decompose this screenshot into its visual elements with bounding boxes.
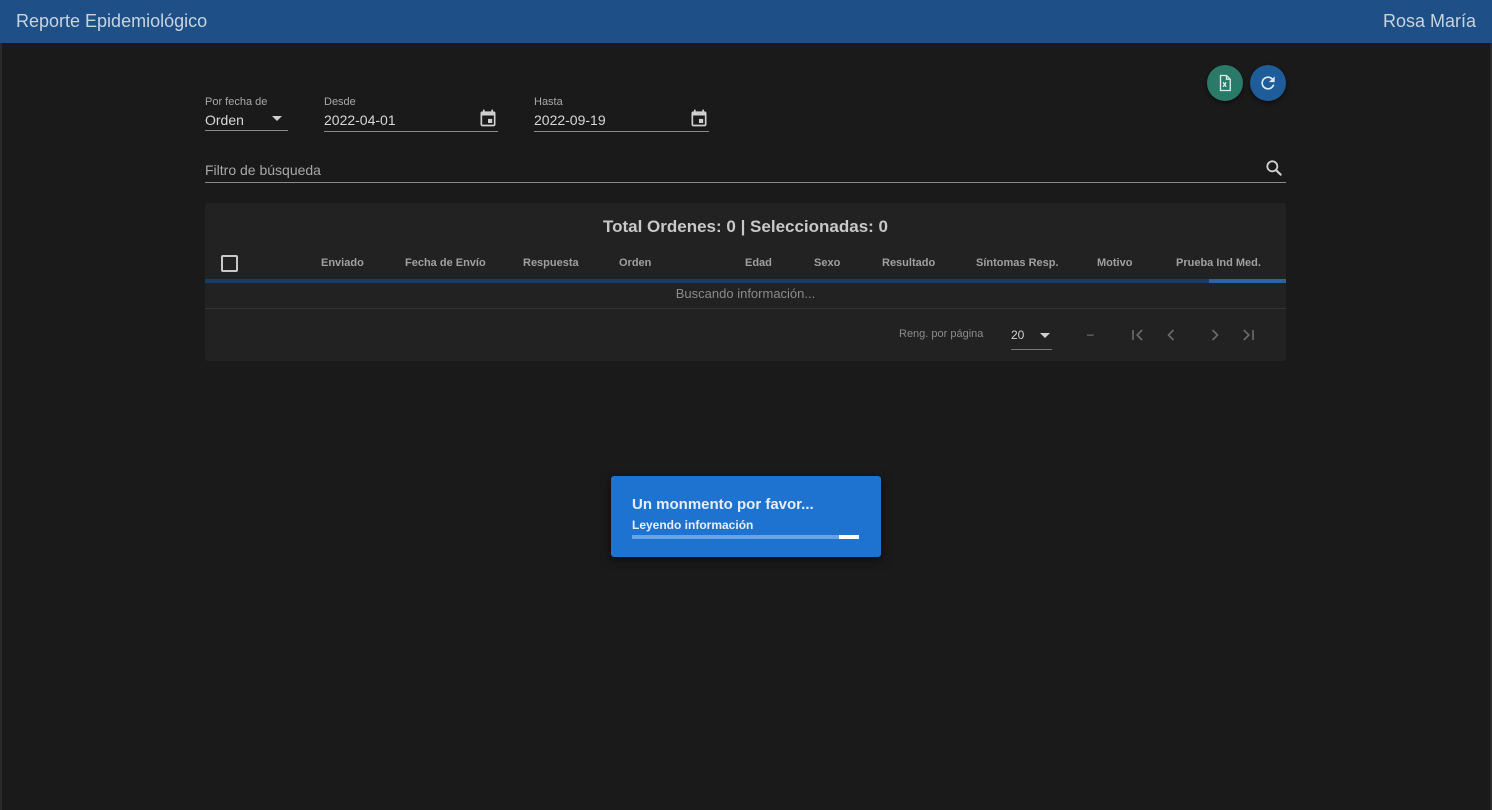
rows-per-page-underline (1011, 349, 1052, 350)
column-header-respuesta[interactable]: Respuesta (523, 257, 579, 269)
top-app-bar: Reporte Epidemiológico Rosa María (0, 0, 1492, 43)
user-name[interactable]: Rosa María (1383, 11, 1476, 32)
from-date-underline (324, 131, 498, 132)
calendar-icon[interactable] (689, 108, 709, 128)
loading-progress-indicator (839, 535, 859, 539)
column-header-motivo[interactable]: Motivo (1097, 257, 1132, 269)
date-type-label: Por fecha de (205, 96, 268, 108)
first-page-icon[interactable] (1128, 325, 1148, 345)
select-all-checkbox[interactable] (221, 255, 238, 272)
table-loading-text: Buscando información... (675, 286, 816, 301)
refresh-button[interactable] (1250, 65, 1286, 101)
previous-page-icon[interactable] (1161, 325, 1181, 345)
column-header-resultado[interactable]: Resultado (882, 257, 935, 269)
excel-icon (1219, 74, 1231, 92)
column-header-enviado[interactable]: Enviado (321, 257, 364, 269)
chevron-down-icon (272, 116, 282, 121)
loading-dialog-title: Un monmento por favor... (632, 496, 814, 513)
from-date-label: Desde (324, 96, 356, 108)
calendar-icon[interactable] (478, 108, 498, 128)
table-title: Total Ordenes: 0 | Seleccionadas: 0 (602, 217, 889, 236)
column-header-sintomas[interactable]: Síntomas Resp. (976, 257, 1059, 269)
column-header-prueba[interactable]: Prueba Ind Med. (1176, 257, 1261, 269)
last-page-icon[interactable] (1238, 325, 1258, 345)
to-date-value: 2022-09-19 (534, 112, 606, 128)
search-field (205, 158, 1286, 183)
loading-bar-indicator (1209, 279, 1286, 283)
date-type-underline (205, 130, 288, 131)
search-icon[interactable] (1264, 158, 1284, 178)
page-range: – (1087, 327, 1094, 341)
column-header-fecha-envio[interactable]: Fecha de Envío (405, 257, 486, 269)
from-date-field[interactable]: Desde 2022-04-01 (324, 96, 498, 132)
chevron-down-icon (1040, 333, 1050, 338)
refresh-icon (1261, 76, 1275, 90)
loading-bar (205, 279, 1286, 283)
loading-dialog: Un monmento por favor... Leyendo informa… (611, 476, 881, 557)
to-date-underline (534, 131, 709, 132)
table-divider (205, 308, 1286, 309)
search-underline (205, 182, 1286, 183)
column-header-edad[interactable]: Edad (745, 257, 772, 269)
to-date-label: Hasta (534, 96, 563, 108)
window-left-edge (0, 43, 2, 810)
from-date-value: 2022-04-01 (324, 112, 396, 128)
to-date-field[interactable]: Hasta 2022-09-19 (534, 96, 709, 132)
export-excel-button[interactable] (1207, 65, 1243, 101)
column-header-sexo[interactable]: Sexo (814, 257, 840, 269)
orders-table: Total Ordenes: 0 | Seleccionadas: 0 Envi… (205, 203, 1286, 361)
next-page-icon[interactable] (1205, 325, 1225, 345)
date-type-select[interactable]: Por fecha de Orden (205, 96, 288, 131)
app-title: Reporte Epidemiológico (16, 11, 208, 31)
rows-per-page-label: Reng. por página (899, 328, 984, 340)
column-header-orden[interactable]: Orden (619, 257, 651, 269)
search-input[interactable] (205, 160, 1245, 180)
rows-per-page-select[interactable]: 20 (1011, 326, 1052, 350)
rows-per-page-value: 20 (1011, 328, 1025, 342)
date-type-value: Orden (205, 112, 244, 128)
loading-progress-bar (632, 535, 859, 539)
loading-dialog-subtitle: Leyendo información (632, 518, 754, 532)
